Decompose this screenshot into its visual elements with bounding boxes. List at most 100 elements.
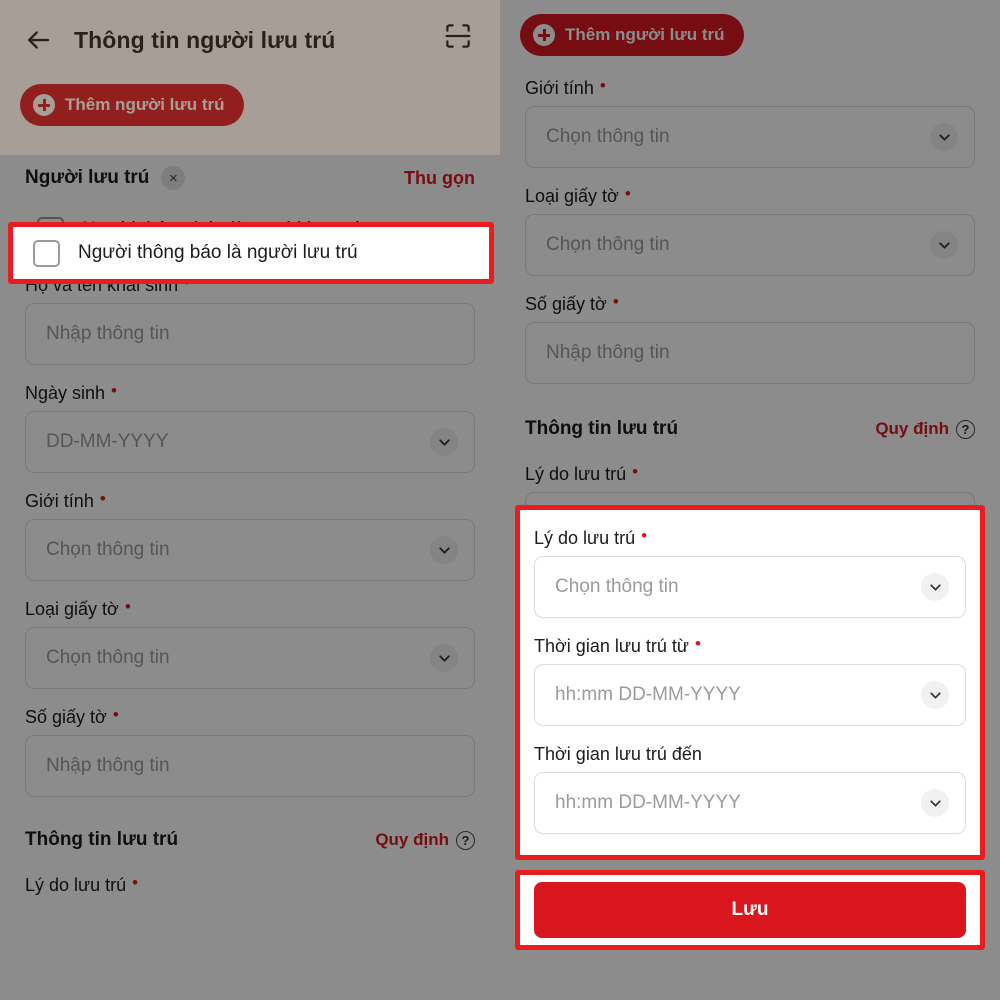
- field-doc-number-label: Số giấy tờ •: [25, 705, 119, 728]
- chevron-down-icon[interactable]: [921, 573, 949, 601]
- question-circle-icon[interactable]: ?: [456, 830, 475, 850]
- guest-section-header: Người lưu trú × Thu gọn: [25, 155, 475, 201]
- required-marker: •: [111, 381, 117, 400]
- field-label-text: Số giấy tờ: [25, 707, 107, 727]
- chevron-down-icon[interactable]: [930, 123, 958, 151]
- field-stay-to-placeholder: hh:mm DD-MM-YYYY: [555, 792, 741, 813]
- field-stay-from-select[interactable]: hh:mm DD-MM-YYYY: [534, 664, 966, 726]
- field-doc-type-select[interactable]: Chọn thông tin: [25, 627, 475, 689]
- field-gender-placeholder: Chọn thông tin: [46, 539, 170, 560]
- field-label-text: Ngày sinh: [25, 383, 106, 403]
- field-doc-number-input[interactable]: Nhập thông tin: [525, 322, 975, 384]
- field-label-text: Lý do lưu trú: [534, 528, 636, 548]
- required-marker: •: [624, 184, 631, 203]
- save-button[interactable]: Lưu: [534, 882, 966, 938]
- field-label-text: Loại giấy tờ: [25, 599, 119, 619]
- left-panel-screenshot: Thông tin người lưu trú Thêm người lưu t…: [0, 0, 500, 1000]
- field-stay-from-highlighted: Thời gian lưu trú từ • hh:mm DD-MM-YYYY: [534, 634, 966, 726]
- field-stay-reason-label: Lý do lưu trú •: [25, 873, 139, 896]
- field-birthdate-label: Ngày sinh •: [25, 381, 117, 404]
- field-birthdate-select[interactable]: DD-MM-YYYY: [25, 411, 475, 473]
- field-gender-label: Giới tính •: [25, 489, 106, 512]
- required-marker: •: [99, 489, 106, 508]
- field-full-name-placeholder: Nhập thông tin: [46, 323, 170, 344]
- field-doc-number-right: Số giấy tờ • Nhập thông tin: [525, 292, 975, 384]
- highlight-stay-info-group: Lý do lưu trú • Chọn thông tin Thời gian…: [515, 505, 985, 860]
- plus-circle-icon: [533, 24, 555, 46]
- notifier-is-guest-row-highlighted[interactable]: Người thông báo là người lưu trú: [13, 227, 489, 279]
- field-doc-number-placeholder: Nhập thông tin: [46, 755, 170, 776]
- field-label-text: Lý do lưu trú: [25, 875, 127, 895]
- field-doc-number-placeholder: Nhập thông tin: [546, 342, 670, 363]
- required-marker: •: [124, 597, 131, 616]
- field-full-name-input[interactable]: Nhập thông tin: [25, 303, 475, 365]
- rule-link-label: Quy định: [375, 830, 449, 849]
- field-doc-type-label: Loại giấy tờ •: [525, 184, 631, 207]
- stay-section-header-right: Thông tin lưu trú Quy định ?: [525, 406, 975, 452]
- required-marker: •: [132, 873, 139, 892]
- field-birthdate: Ngày sinh • DD-MM-YYYY: [25, 381, 475, 473]
- rule-link-left[interactable]: Quy định ?: [375, 830, 475, 850]
- field-gender-select[interactable]: Chọn thông tin: [25, 519, 475, 581]
- stay-section-title: Thông tin lưu trú: [25, 829, 179, 850]
- field-gender-select[interactable]: Chọn thông tin: [525, 106, 975, 168]
- stay-section-title: Thông tin lưu trú: [525, 418, 679, 439]
- chevron-down-icon[interactable]: [430, 428, 458, 456]
- highlight-notifier-checkbox: Người thông báo là người lưu trú: [8, 222, 494, 284]
- field-doc-type-right: Loại giấy tờ • Chọn thông tin: [525, 184, 975, 276]
- field-birthdate-placeholder: DD-MM-YYYY: [46, 431, 169, 452]
- field-doc-type-select[interactable]: Chọn thông tin: [525, 214, 975, 276]
- add-guest-button-label: Thêm người lưu trú: [65, 95, 225, 114]
- required-marker: •: [612, 292, 619, 311]
- notifier-is-guest-checkbox[interactable]: [33, 239, 60, 267]
- field-gender-right: Giới tính • Chọn thông tin: [525, 76, 975, 168]
- guest-section-title: Người lưu trú: [25, 167, 150, 188]
- notifier-is-guest-label: Người thông báo là người lưu trú: [78, 242, 358, 263]
- rule-link-label: Quy định: [875, 419, 949, 438]
- field-stay-to-label: Thời gian lưu trú đến: [534, 744, 702, 765]
- required-marker: •: [632, 462, 639, 481]
- required-marker: •: [694, 634, 701, 653]
- add-guest-button-left[interactable]: Thêm người lưu trú: [20, 84, 245, 126]
- back-arrow-icon[interactable]: [18, 20, 58, 60]
- field-label-text: Thời gian lưu trú đến: [534, 744, 702, 764]
- save-button-label: Lưu: [731, 899, 769, 920]
- field-doc-type: Loại giấy tờ • Chọn thông tin: [25, 597, 475, 689]
- add-guest-button-right[interactable]: Thêm người lưu trú: [520, 14, 745, 56]
- field-label-text: Giới tính: [25, 491, 94, 511]
- collapse-link[interactable]: Thu gọn: [404, 168, 475, 189]
- field-gender-placeholder: Chọn thông tin: [546, 126, 670, 147]
- field-doc-number: Số giấy tờ • Nhập thông tin: [25, 705, 475, 797]
- chevron-down-icon[interactable]: [921, 789, 949, 817]
- field-label-text: Lý do lưu trú: [525, 464, 627, 484]
- field-label-text: Thời gian lưu trú từ: [534, 636, 689, 656]
- field-doc-number-input[interactable]: Nhập thông tin: [25, 735, 475, 797]
- field-doc-type-placeholder: Chọn thông tin: [46, 647, 170, 668]
- required-marker: •: [112, 705, 119, 724]
- field-stay-reason-label: Lý do lưu trú •: [534, 527, 647, 549]
- question-circle-icon[interactable]: ?: [956, 419, 975, 439]
- right-panel-screenshot: Thêm người lưu trú Giới tính • Chọn thôn…: [500, 0, 1000, 1000]
- chevron-down-icon[interactable]: [430, 536, 458, 564]
- field-doc-type-label: Loại giấy tờ •: [25, 597, 131, 620]
- remove-guest-icon[interactable]: ×: [161, 166, 186, 190]
- required-marker: •: [599, 76, 606, 95]
- chevron-down-icon[interactable]: [430, 644, 458, 672]
- field-doc-number-label: Số giấy tờ •: [525, 292, 619, 315]
- rule-link-right[interactable]: Quy định ?: [875, 419, 975, 439]
- field-stay-from-placeholder: hh:mm DD-MM-YYYY: [555, 684, 741, 705]
- field-stay-to-select[interactable]: hh:mm DD-MM-YYYY: [534, 772, 966, 834]
- field-stay-from-label: Thời gian lưu trú từ •: [534, 634, 701, 657]
- field-stay-reason-label: Lý do lưu trú •: [525, 462, 639, 485]
- scan-qr-icon[interactable]: [442, 20, 482, 60]
- field-gender-label: Giới tính •: [525, 76, 606, 99]
- field-label-text: Giới tính: [525, 78, 594, 98]
- field-stay-reason-select[interactable]: Chọn thông tin: [534, 556, 966, 618]
- highlight-save-button: Lưu: [515, 870, 985, 950]
- chevron-down-icon[interactable]: [930, 231, 958, 259]
- page-title: Thông tin người lưu trú: [74, 26, 336, 53]
- left-app-header: Thông tin người lưu trú Thêm người lưu t…: [0, 0, 500, 155]
- field-stay-to-highlighted: Thời gian lưu trú đến hh:mm DD-MM-YYYY: [534, 744, 966, 834]
- stay-section-header-left: Thông tin lưu trú Quy định ?: [25, 817, 475, 863]
- chevron-down-icon[interactable]: [921, 681, 949, 709]
